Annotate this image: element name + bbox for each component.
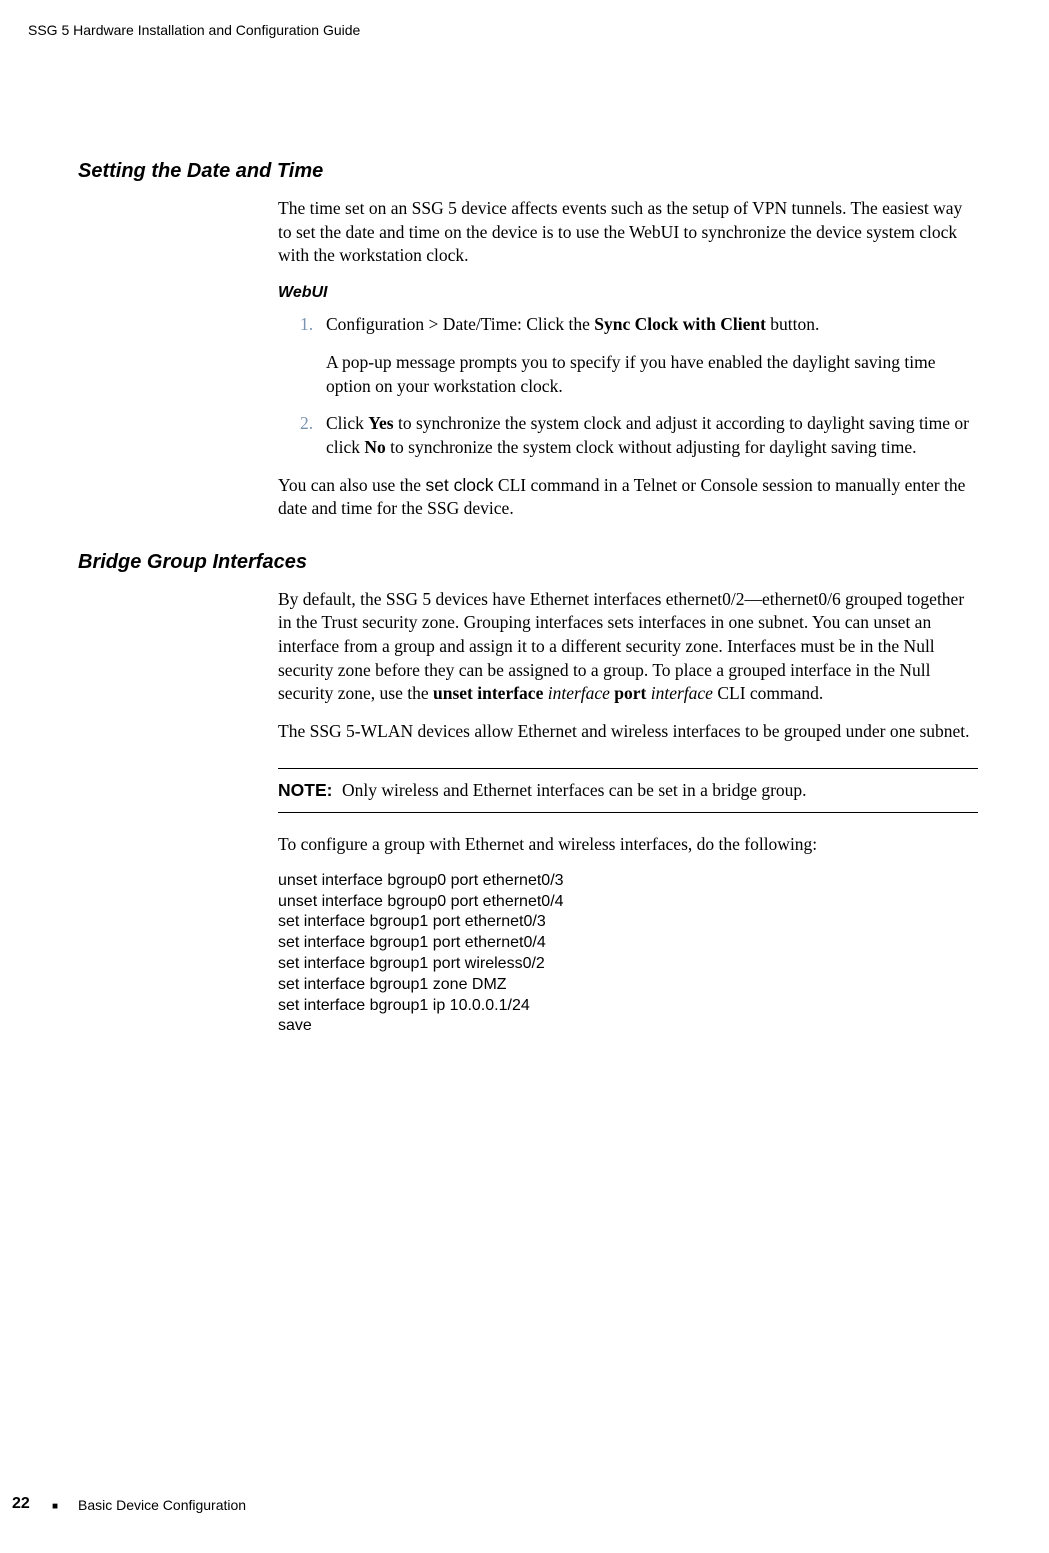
webui-subhead: WebUI — [278, 282, 978, 304]
section-heading-date-time: Setting the Date and Time — [78, 160, 978, 183]
section2-p2: The SSG 5-WLAN devices allow Ethernet an… — [278, 720, 978, 744]
step2-pre: Click — [326, 413, 368, 433]
step1-post: button. — [766, 314, 819, 334]
section2-body: By default, the SSG 5 devices have Ether… — [278, 588, 978, 1037]
section2-p1: By default, the SSG 5 devices have Ether… — [278, 588, 978, 706]
tail-mono: set clock — [425, 475, 493, 495]
step1-sub: A pop-up message prompts you to specify … — [326, 351, 978, 398]
step-2-text: Click Yes to synchronize the system cloc… — [326, 412, 978, 459]
tail-pre: You can also use the — [278, 475, 425, 495]
step-1-number: 1. — [300, 313, 326, 398]
section1-intro: The time set on an SSG 5 device affects … — [278, 197, 978, 268]
section1-tail: You can also use the set clock CLI comma… — [278, 474, 978, 521]
section-heading-bridge-group: Bridge Group Interfaces — [78, 551, 978, 574]
running-header: SSG 5 Hardware Installation and Configur… — [28, 22, 360, 38]
step-2-number: 2. — [300, 412, 326, 459]
note-block: NOTE: Only wireless and Ethernet interfa… — [278, 768, 978, 814]
step1-pre: Configuration > Date/Time: Click the — [326, 314, 594, 334]
step1-bold: Sync Clock with Client — [594, 314, 766, 334]
section2-p3: To configure a group with Ethernet and w… — [278, 833, 978, 857]
step2-b2: No — [364, 437, 385, 457]
step-1-text: Configuration > Date/Time: Click the Syn… — [326, 313, 978, 398]
p1-post: CLI command. — [713, 683, 823, 703]
step2-post: to synchronize the system clock without … — [386, 437, 917, 457]
note-label: NOTE: — [278, 779, 342, 803]
footer-bullet-icon: ■ — [52, 1501, 58, 1512]
note-text: Only wireless and Ethernet interfaces ca… — [342, 779, 978, 803]
section1-body: The time set on an SSG 5 device affects … — [278, 197, 978, 521]
p1-i1: interface — [543, 683, 614, 703]
note-rule-bottom — [278, 812, 978, 813]
page-content: Setting the Date and Time The time set o… — [78, 160, 978, 1037]
page-number: 22 — [12, 1495, 30, 1513]
p1-b1: unset interface — [433, 683, 543, 703]
note-rule-top — [278, 768, 978, 769]
p1-b2: port — [614, 683, 646, 703]
note-row: NOTE: Only wireless and Ethernet interfa… — [278, 779, 978, 803]
cli-code-block: unset interface bgroup0 port ethernet0/3… — [278, 871, 978, 1037]
step-1: 1. Configuration > Date/Time: Click the … — [278, 313, 978, 398]
p1-i2: interface — [646, 683, 713, 703]
footer-section-name: Basic Device Configuration — [78, 1497, 246, 1513]
step-2: 2. Click Yes to synchronize the system c… — [278, 412, 978, 459]
step2-b1: Yes — [368, 413, 393, 433]
